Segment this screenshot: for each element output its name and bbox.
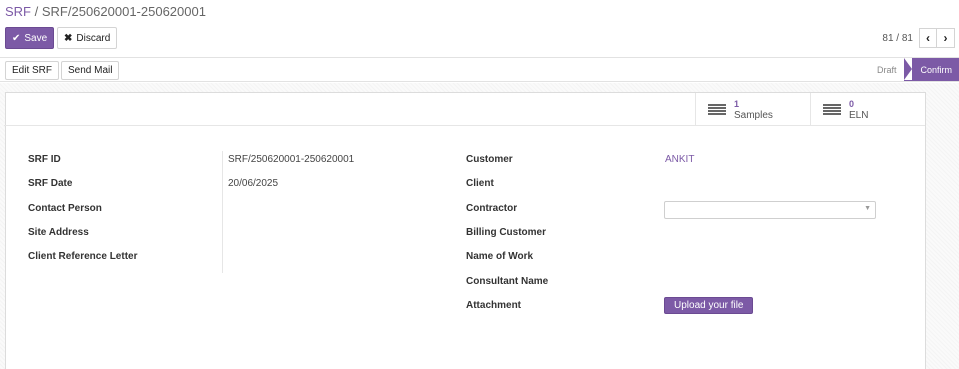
- chevron-down-icon: ▼: [864, 205, 871, 212]
- name-of-work-label: Name of Work: [466, 251, 534, 262]
- save-label: Save: [24, 32, 48, 44]
- customer-value[interactable]: ANKIT: [665, 154, 694, 165]
- samples-label: Samples: [734, 109, 773, 121]
- srf-id-label: SRF ID: [28, 154, 61, 165]
- client-label: Client: [466, 178, 494, 189]
- samples-count: 1: [734, 98, 740, 109]
- pager-value[interactable]: 81 / 81: [882, 33, 913, 44]
- customer-label: Customer: [466, 154, 513, 165]
- list-icon: [708, 103, 726, 116]
- contractor-select[interactable]: ▼: [664, 201, 876, 219]
- contact-person-label: Contact Person: [28, 203, 102, 214]
- stage-pipeline: Draft Confirm: [869, 58, 959, 81]
- eln-label: ELN: [849, 109, 869, 121]
- check-icon: ✔: [12, 32, 21, 44]
- save-button[interactable]: ✔ Save: [5, 27, 55, 49]
- column-divider: [222, 151, 223, 273]
- list-icon: [823, 103, 841, 116]
- close-icon: ✖: [64, 32, 73, 44]
- stage-confirm[interactable]: Confirm: [904, 58, 959, 81]
- discard-button[interactable]: ✖ Discard: [57, 27, 118, 49]
- client-reference-letter-label: Client Reference Letter: [28, 251, 138, 262]
- samples-smart-button[interactable]: 1 Samples: [695, 93, 810, 126]
- contractor-label: Contractor: [466, 203, 518, 214]
- send-mail-button[interactable]: Send Mail: [61, 61, 120, 80]
- control-bar: ✔ Save ✖ Discard 81 / 81 ‹ ›: [5, 27, 955, 50]
- srf-id-value: SRF/250620001-250620001: [228, 154, 355, 165]
- eln-smart-button[interactable]: 0 ELN: [810, 93, 925, 126]
- pager: 81 / 81 ‹ ›: [882, 27, 955, 49]
- upload-file-button[interactable]: Upload your file: [664, 297, 754, 314]
- billing-customer-label: Billing Customer: [466, 227, 547, 238]
- srf-date-value: 20/06/2025: [228, 178, 279, 189]
- breadcrumb-current: SRF/250620001-250620001: [41, 4, 206, 19]
- chevron-left-icon[interactable]: ‹: [919, 28, 937, 48]
- status-bar: Edit SRF Send Mail Draft Confirm: [0, 57, 959, 82]
- breadcrumb: SRF / SRF/250620001-250620001: [5, 4, 206, 19]
- consultant-name-label: Consultant Name: [466, 276, 549, 287]
- smart-button-box: 1 Samples 0 ELN: [4, 93, 925, 126]
- breadcrumb-parent-link[interactable]: SRF: [5, 4, 31, 19]
- breadcrumb-separator: /: [34, 4, 39, 19]
- srf-date-label: SRF Date: [28, 178, 73, 189]
- edit-srf-button[interactable]: Edit SRF: [5, 61, 60, 80]
- attachment-label: Attachment: [466, 300, 522, 311]
- eln-count: 0: [849, 98, 855, 109]
- site-address-label: Site Address: [28, 227, 89, 238]
- form-sheet: 1 Samples 0 ELN SRF ID SRF/250620001-250…: [4, 92, 926, 369]
- chevron-right-icon[interactable]: ›: [937, 28, 955, 48]
- stage-draft[interactable]: Draft: [869, 58, 905, 81]
- discard-label: Discard: [76, 32, 111, 44]
